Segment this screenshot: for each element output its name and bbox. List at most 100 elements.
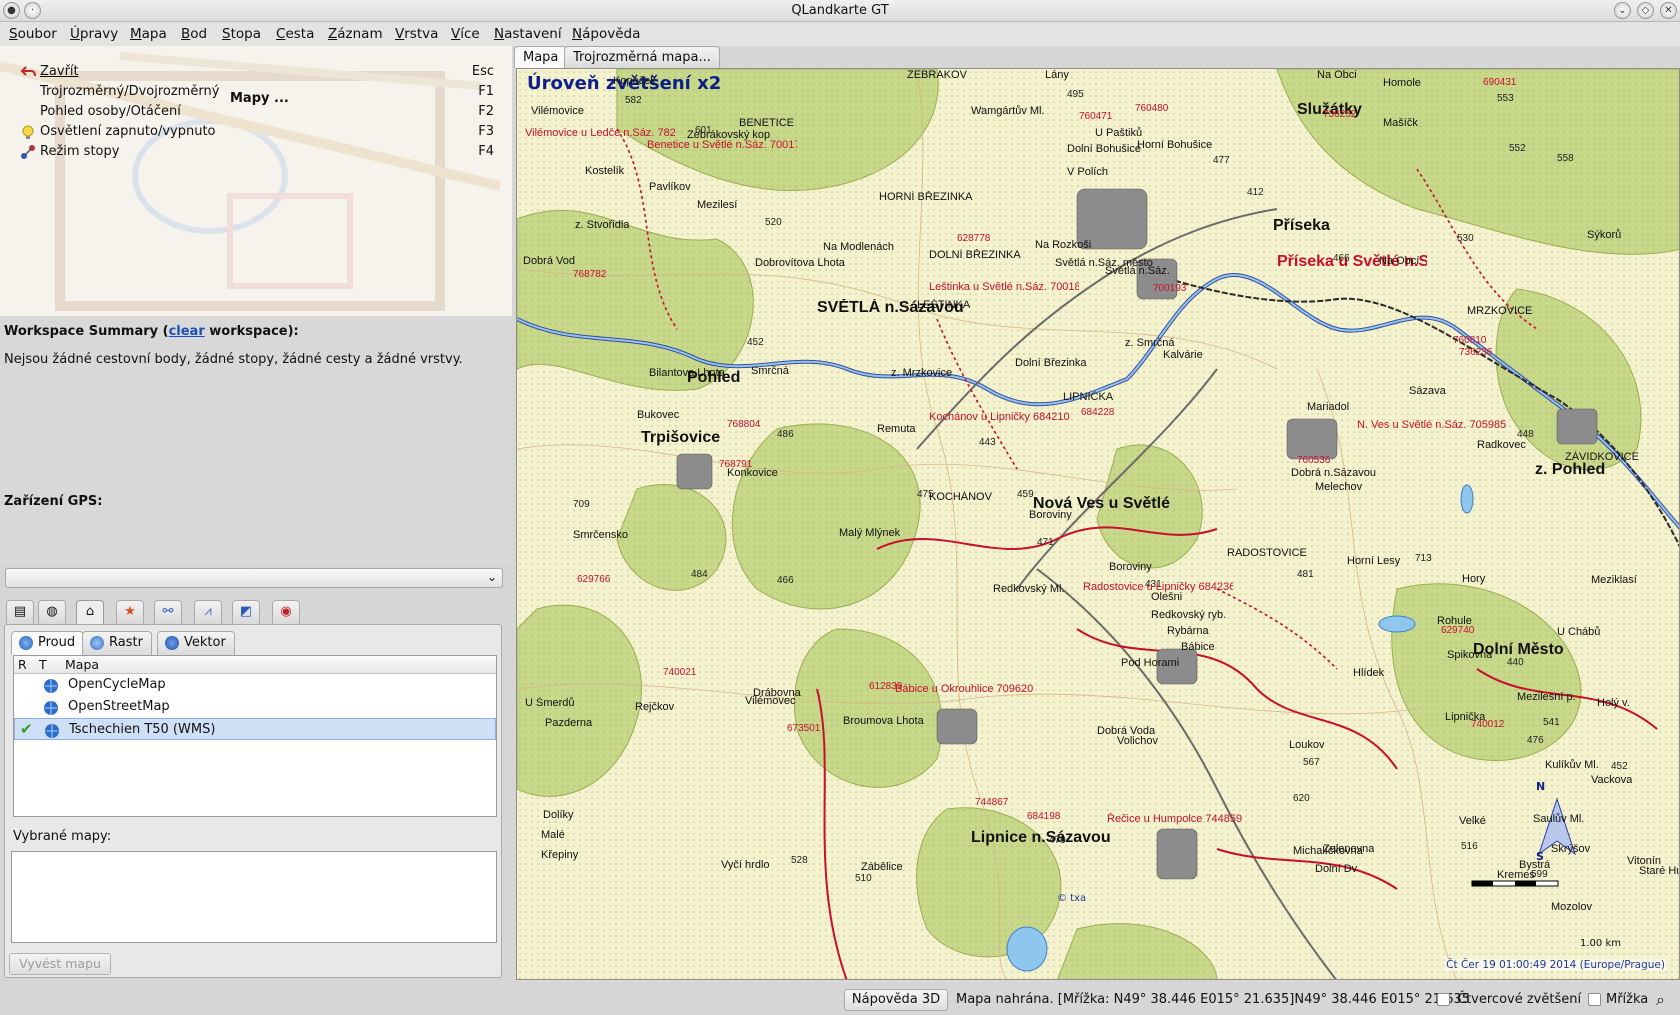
square-zoom-checkbox[interactable] <box>1437 993 1450 1006</box>
help-3d-button[interactable]: Nápověda 3D <box>844 989 948 1011</box>
maximize-icon[interactable]: ◇ <box>1637 2 1654 19</box>
map-row-tschechien-t50[interactable]: ✔ Tschechien T50 (WMS) <box>14 718 496 740</box>
tms-globe-icon <box>44 679 58 693</box>
map-label: 481 <box>1297 569 1314 580</box>
map-row-openstreetmap[interactable]: OpenStreetMap <box>14 696 496 718</box>
tab-3d-map[interactable]: Trojrozměrná mapa... <box>564 46 720 68</box>
chevron-down-icon: ⌄ <box>486 570 497 584</box>
grid-checkbox[interactable] <box>1588 993 1601 1006</box>
map-label: Mozolov <box>1551 901 1592 913</box>
workspace-icon[interactable]: ▤ <box>6 600 34 624</box>
map-label: 459 <box>1017 489 1034 500</box>
col-t[interactable]: T <box>39 657 47 672</box>
map-label: 599 <box>1531 869 1548 880</box>
map-label: 520 <box>765 217 782 228</box>
raster-icon <box>90 636 104 650</box>
globe-icon[interactable]: ◍ <box>38 600 66 624</box>
map-label: 690431 <box>1483 77 1517 88</box>
routes-icon[interactable]: ⚯ <box>154 600 182 624</box>
map-label: Sýkorů <box>1587 229 1622 241</box>
map-label: Rejčkov <box>635 701 675 713</box>
map-label: z. Mrzkovice <box>891 367 953 379</box>
map-label: Remuta <box>877 423 916 435</box>
map-label: Dobrá Vod <box>523 255 575 267</box>
map-label: Zábělice <box>861 861 903 873</box>
minimize-icon[interactable]: ⌄ <box>1614 2 1631 19</box>
map-label: Mariadol <box>1307 401 1350 413</box>
menu-napoveda[interactable]: Nápověda <box>572 26 640 42</box>
tool-close[interactable]: Zavřít Esc <box>18 62 498 82</box>
map-label: Hory <box>1462 573 1486 585</box>
map-canvas[interactable]: Úroveň zvětšení x2 Kopeček 582 ZEBRAKOV Lán… <box>516 68 1680 980</box>
tool-3d-2d[interactable]: Trojrozměrný/Dvojrozměrný F1 <box>18 82 498 102</box>
map-toolbox: Mapy ... Zavřít Esc Trojrozměrný/Dvojroz… <box>0 46 512 316</box>
tool-person-view-key: F2 <box>478 104 494 119</box>
menu-vice[interactable]: Více <box>451 26 480 42</box>
map-label: 486 <box>777 429 794 440</box>
track-icon[interactable]: ⩘ <box>194 600 222 624</box>
track-mode-icon <box>21 145 35 159</box>
tab-rastr[interactable]: Rastr <box>82 631 152 655</box>
col-mapa[interactable]: Mapa <box>65 657 99 672</box>
gps-device-select[interactable]: ⌄ <box>5 568 503 588</box>
menu-bod[interactable]: Bod <box>181 26 207 42</box>
resize-grip-icon[interactable]: ⌕ <box>1656 990 1665 1010</box>
selected-maps-list[interactable] <box>11 851 497 943</box>
map-label: 736236 <box>1459 347 1493 358</box>
workspace-summary-heading: Workspace Summary (clear workspace): <box>4 324 299 339</box>
map-label: Kopeček <box>613 75 656 87</box>
map-label: 541 <box>1543 717 1560 728</box>
menu-upravy[interactable]: Úpravy <box>70 26 118 42</box>
checkmark-icon: ✔ <box>20 720 33 738</box>
overlay-icon[interactable]: ◩ <box>232 600 260 624</box>
waypoint-star-icon[interactable]: ★ <box>116 600 144 624</box>
tool-person-view[interactable]: Pohled osoby/Otáčení F2 <box>18 102 498 122</box>
map-label: Redkovský ryb. <box>1151 609 1227 621</box>
clear-workspace-link[interactable]: clear <box>169 324 205 339</box>
menu-nastaveni[interactable]: Nastavení <box>494 26 562 42</box>
close-icon[interactable]: ✕ <box>1660 2 1677 19</box>
workspace-heading-post: workspace): <box>204 324 299 339</box>
map-label: Dolní Dv <box>1315 863 1358 875</box>
tab-proud[interactable]: Proud <box>11 631 85 655</box>
map-label: Bilantova Lhota <box>649 367 725 379</box>
tool-track-mode[interactable]: Režim stopy F4 <box>18 142 498 162</box>
map-label: U Šmerdů <box>525 697 575 709</box>
map-label: 477 <box>1213 155 1230 166</box>
undo-arrow-icon <box>20 66 36 77</box>
status-message: Mapa nahrána. [Mřížka: N49° 38.446 E015°… <box>956 992 1471 1007</box>
map-label: Bukovec <box>637 409 680 421</box>
menu-soubor[interactable]: Soubor <box>9 26 57 42</box>
map-label: Melechov <box>1315 481 1363 493</box>
tab-mapa[interactable]: Mapa <box>514 46 568 68</box>
col-r[interactable]: R <box>18 657 27 672</box>
tab-vektor-label: Vektor <box>184 635 226 650</box>
map-label: Vackova <box>1591 774 1633 786</box>
tool-lighting[interactable]: Osvětlení zapnuto/vypnuto F3 <box>18 122 498 142</box>
diary-icon[interactable]: ◉ <box>272 600 300 624</box>
tab-vektor[interactable]: Vektor <box>157 631 235 655</box>
map-label: 412 <box>1247 187 1264 198</box>
map-label: Dobrá Voda <box>1097 725 1156 737</box>
map-label: Dolní Březinka <box>1015 357 1087 369</box>
export-map-button[interactable]: Vyvést mapu <box>9 953 111 975</box>
tab-proud-label: Proud <box>38 635 76 650</box>
menu-mapa[interactable]: Mapa <box>130 26 167 42</box>
map-label: z. Pohled <box>1535 461 1606 478</box>
map-label: Na Obcí <box>1379 255 1420 267</box>
menu-cesta[interactable]: Cesta <box>276 26 314 42</box>
map-label: Dobrá n.Sázavou <box>1291 467 1376 479</box>
menu-zaznam[interactable]: Záznam <box>328 26 383 42</box>
map-label: Staré Huťě <box>1639 865 1679 877</box>
maps-icon[interactable]: ⌂ <box>76 600 104 624</box>
tool-3d-2d-label: Trojrozměrný/Dvojrozměrný <box>40 84 220 99</box>
map-label: 553 <box>1497 93 1514 104</box>
tool-3d-2d-key: F1 <box>478 84 494 99</box>
map-row-opencyclemap[interactable]: OpenCycleMap <box>14 674 496 696</box>
maps-table-header: R T Mapa <box>14 656 496 674</box>
selected-maps-label: Vybrané mapy: <box>13 829 112 844</box>
menu-vrstva[interactable]: Vrstva <box>395 26 438 42</box>
menu-stopa[interactable]: Stopa <box>222 26 261 42</box>
map-label: Wamgártův Ml. <box>971 105 1045 117</box>
vector-icon <box>165 636 179 650</box>
